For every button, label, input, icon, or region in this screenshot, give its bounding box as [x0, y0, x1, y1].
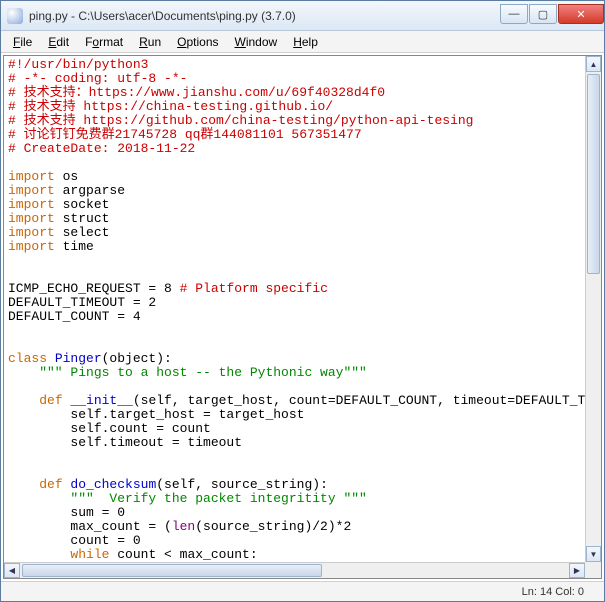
code-line: # 技术支持：https://www.jianshu.com/u/69f4032…	[8, 85, 385, 100]
docstring: """ Verify the packet integritity """	[8, 491, 367, 506]
editor-area[interactable]: #!/usr/bin/python3 # -*- coding: utf-8 -…	[3, 55, 602, 579]
menu-window[interactable]: Window	[227, 33, 286, 51]
window-title: ping.py - C:\Users\acer\Documents\ping.p…	[29, 9, 499, 23]
menu-file[interactable]: File	[5, 33, 40, 51]
statusbar: Ln: 14 Col: 0	[1, 581, 604, 601]
kw-import: import	[8, 239, 55, 254]
scroll-up-button[interactable]: ▲	[586, 56, 601, 72]
menu-help[interactable]: Help	[285, 33, 326, 51]
kw-while: while	[70, 547, 109, 562]
code-line: # 讨论钉钉免费群21745728 qq群144081101 567351477	[8, 127, 362, 142]
code-line: sum = 0	[8, 505, 125, 520]
menu-run[interactable]: Run	[131, 33, 169, 51]
code-line: self.count = count	[8, 421, 211, 436]
code-line: self.target_host = target_host	[8, 407, 304, 422]
minimize-button[interactable]: —	[500, 4, 528, 24]
app-icon	[7, 8, 23, 24]
menu-edit[interactable]: Edit	[40, 33, 77, 51]
cursor-position: Ln: 14 Col: 0	[522, 586, 584, 598]
code-line: self.timeout = timeout	[8, 435, 242, 450]
docstring: """ Pings to a host -- the Pythonic way"…	[8, 365, 367, 380]
code-line: DEFAULT_TIMEOUT = 2	[8, 295, 156, 310]
code-line: #!/usr/bin/python3	[8, 57, 148, 72]
kw-def: def	[39, 477, 62, 492]
code-line: # CreateDate: 2018-11-22	[8, 141, 195, 156]
kw-import: import	[8, 197, 55, 212]
window-buttons: — ▢ ✕	[499, 4, 604, 24]
kw-import: import	[8, 225, 55, 240]
hscroll-thumb[interactable]	[22, 564, 322, 577]
menu-format[interactable]: Format	[77, 33, 131, 51]
horizontal-scrollbar[interactable]: ◀ ▶	[4, 562, 585, 578]
kw-import: import	[8, 183, 55, 198]
maximize-button[interactable]: ▢	[529, 4, 557, 24]
scroll-left-button[interactable]: ◀	[4, 563, 20, 578]
scroll-corner	[585, 562, 601, 578]
code-line: count = 0	[8, 533, 141, 548]
kw-class: class	[8, 351, 47, 366]
kw-def: def	[39, 393, 62, 408]
scroll-down-button[interactable]: ▼	[586, 546, 601, 562]
menubar: File Edit Format Run Options Window Help	[1, 31, 604, 53]
code-line: ICMP_ECHO_REQUEST = 8	[8, 281, 180, 296]
app-window: ping.py - C:\Users\acer\Documents\ping.p…	[0, 0, 605, 602]
close-button[interactable]: ✕	[558, 4, 604, 24]
kw-import: import	[8, 169, 55, 184]
code-line: DEFAULT_COUNT = 4	[8, 309, 141, 324]
kw-import: import	[8, 211, 55, 226]
code-content[interactable]: #!/usr/bin/python3 # -*- coding: utf-8 -…	[4, 56, 585, 562]
code-line: # 技术支持 https://china-testing.github.io/	[8, 99, 333, 114]
titlebar[interactable]: ping.py - C:\Users\acer\Documents\ping.p…	[1, 1, 604, 31]
scroll-right-button[interactable]: ▶	[569, 563, 585, 578]
code-line: # 技术支持 https://github.com/china-testing/…	[8, 113, 473, 128]
scroll-thumb[interactable]	[587, 74, 600, 274]
vertical-scrollbar[interactable]: ▲ ▼	[585, 56, 601, 562]
code-line: # -*- coding: utf-8 -*-	[8, 71, 187, 86]
menu-options[interactable]: Options	[169, 33, 226, 51]
